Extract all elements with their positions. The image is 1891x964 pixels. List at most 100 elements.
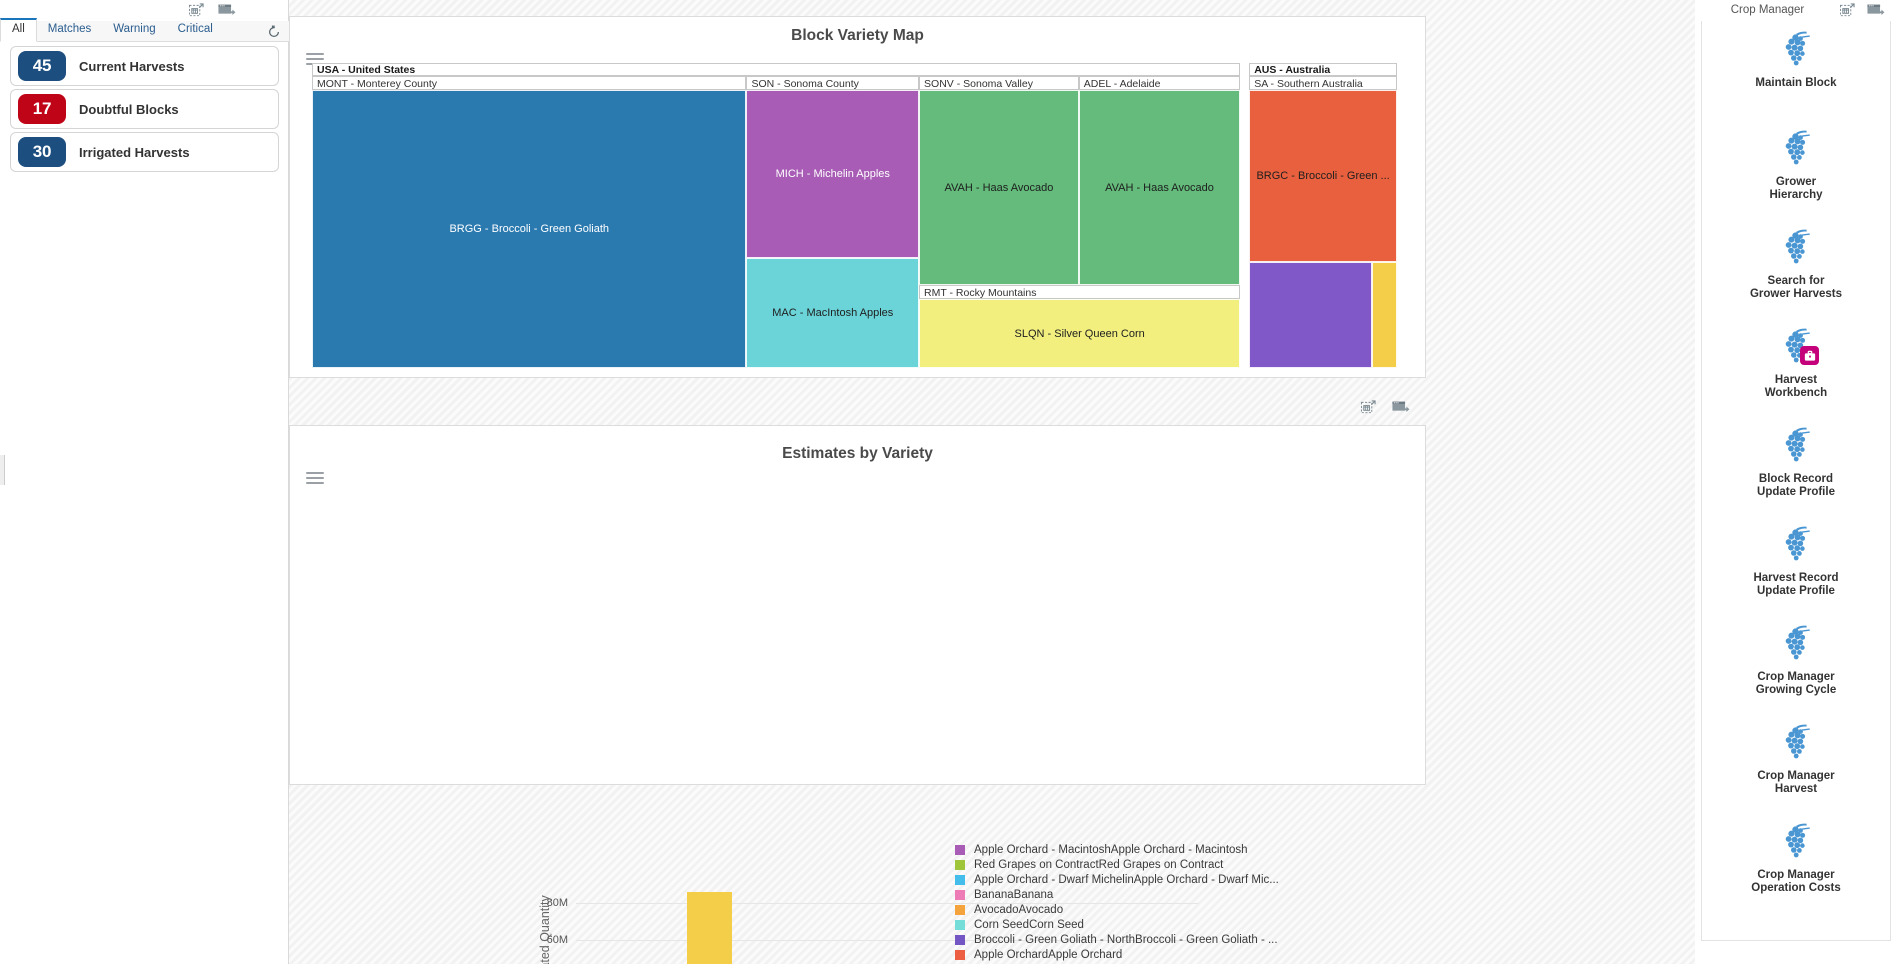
grapes-icon: [1785, 130, 1810, 165]
grapes-icon: [1785, 625, 1810, 660]
grapes-icon: [1785, 229, 1810, 264]
right-panel-header: Crop Manager: [1695, 0, 1891, 20]
treemap-cell[interactable]: BRGG - Broccoli - Green Goliath: [312, 90, 747, 368]
treemap-cell[interactable]: SLQN - Silver Queen Corn: [919, 299, 1241, 368]
launchpad-tile-harvest-workbench[interactable]: Harvest Workbench: [1702, 318, 1890, 417]
treemap-cell[interactable]: MICH - Michelin Apples: [746, 90, 920, 258]
left-panel-toolbar: [116, 0, 236, 21]
launchpad-tile-crop-manager-operation-costs[interactable]: Crop Manager Operation Costs: [1702, 813, 1890, 912]
treemap-cell[interactable]: MAC - MacIntosh Apples: [746, 258, 920, 368]
refresh-icon[interactable]: [267, 25, 281, 39]
legend-item[interactable]: AvocadoAvocado: [955, 902, 1279, 917]
legend-label: BananaBanana: [974, 888, 1054, 901]
kpi-card-current-harvests[interactable]: 45 Current Harvests: [10, 46, 279, 86]
kpi-label: Irrigated Harvests: [79, 144, 190, 160]
grapes-icon: [1776, 327, 1819, 367]
tile-label: Crop Manager Operation Costs: [1751, 869, 1841, 894]
dashboard-root: All Matches Warning Critical 45 Current …: [0, 0, 1891, 964]
tile-label: Crop Manager Growing Cycle: [1755, 671, 1837, 696]
tab-warning[interactable]: Warning: [102, 21, 166, 41]
expand-card-icon[interactable]: [189, 3, 204, 18]
expand-card-icon[interactable]: [1361, 399, 1376, 415]
legend-item[interactable]: Apple OrchardApple Orchard: [955, 947, 1279, 962]
tile-label: Harvest Workbench: [1764, 374, 1828, 399]
treemap-cell[interactable]: [1372, 262, 1397, 368]
launchpad-tile-block-record-update-profile[interactable]: Block Record Update Profile: [1702, 417, 1890, 516]
kpi-label: Current Harvests: [79, 58, 185, 74]
kpi-card-irrigated-harvests[interactable]: 30 Irrigated Harvests: [10, 132, 279, 172]
treemap-region-header: SA - Southern Australia: [1249, 76, 1397, 90]
grapes-icon: [1776, 525, 1816, 565]
y-axis-title: Current Estimated Quantity: [538, 895, 552, 964]
tab-all[interactable]: All: [0, 18, 37, 42]
panel-resize-handle[interactable]: [0, 455, 5, 485]
legend-swatch: [955, 919, 965, 930]
launchpad-tile-harvest-record-update-profile[interactable]: Harvest Record Update Profile: [1702, 516, 1890, 615]
launchpad-tile-search-for-grower-harvests[interactable]: Search for Grower Harvests: [1702, 219, 1890, 318]
treemap-cell[interactable]: BRGC - Broccoli - Green ...: [1249, 90, 1397, 262]
estimates-by-variety-card: Estimates by Variety 020M40M60M80MAVAH -…: [289, 425, 1426, 964]
legend-label: Apple Orchard - Dwarf MichelinApple Orch…: [974, 873, 1279, 886]
launchpad-tile-list: Maintain Block Grower Hierarchy Search f…: [1701, 21, 1891, 941]
kpi-label: Doubtful Blocks: [79, 101, 179, 117]
grapes-icon: [1785, 31, 1810, 66]
kpi-count-badge: 45: [18, 51, 66, 81]
launchpad-tile-crop-manager-growing-cycle[interactable]: Crop Manager Growing Cycle: [1702, 615, 1890, 714]
legend-label: Red Grapes on ContractRed Grapes on Cont…: [974, 858, 1224, 871]
legend-item[interactable]: Broccoli - Green Goliath - NorthBroccoli…: [955, 932, 1279, 947]
launchpad-tile-crop-manager-harvest[interactable]: Crop Manager Harvest: [1702, 714, 1890, 813]
briefcase-badge-icon: [1800, 346, 1819, 365]
treemap-region-header: SONV - Sonoma Valley: [919, 76, 1079, 90]
grapes-icon: [1776, 129, 1816, 169]
treemap-region-header: SON - Sonoma County: [746, 76, 920, 90]
expand-panel-icon[interactable]: [1840, 2, 1855, 18]
treemap-region-header: ADEL - Adelaide: [1078, 76, 1241, 90]
treemap-country-header-aus: AUS - Australia: [1249, 63, 1397, 76]
kpi-card-doubtful-blocks[interactable]: 17 Doubtful Blocks: [10, 89, 279, 129]
treemap-cell[interactable]: AVAH - Haas Avocado: [1078, 90, 1241, 285]
grapes-icon: [1785, 526, 1810, 561]
legend-label: Apple OrchardApple Orchard: [974, 948, 1123, 961]
legend-item[interactable]: Apple Orchard - MacintoshApple Orchard -…: [955, 842, 1279, 857]
legend-label: Corn SeedCorn Seed: [974, 918, 1084, 931]
kpi-count-badge: 30: [18, 137, 66, 167]
tab-critical[interactable]: Critical: [167, 21, 224, 41]
right-panel-title: Crop Manager: [1730, 4, 1805, 16]
grapes-icon: [1776, 426, 1816, 466]
tile-label: Search for Grower Harvests: [1749, 275, 1843, 300]
legend-item[interactable]: Apple Orchard - Dwarf MichelinApple Orch…: [955, 872, 1279, 887]
tab-matches[interactable]: Matches: [37, 21, 102, 41]
legend-swatch: [955, 874, 965, 885]
launchpad-tile-maintain-block[interactable]: Maintain Block: [1702, 21, 1890, 120]
bar-1[interactable]: [686, 891, 733, 964]
chart-legend: Apple Orchard - MacintoshApple Orchard -…: [955, 842, 1279, 964]
filter-tabbar: All Matches Warning Critical: [0, 18, 289, 42]
legend-item[interactable]: Corn SeedCorn Seed: [955, 917, 1279, 932]
legend-label: Apple Orchard - MacintoshApple Orchard -…: [974, 843, 1248, 856]
treemap-cell[interactable]: AVAH - Haas Avocado: [919, 90, 1079, 285]
legend-label: AvocadoAvocado: [974, 903, 1064, 916]
add-card-icon[interactable]: [218, 3, 236, 18]
right-side-panel: Crop Manager Maintain Block Grower Hiera…: [1695, 0, 1891, 964]
legend-item[interactable]: BananaBanana: [955, 887, 1279, 902]
add-panel-icon[interactable]: [1867, 3, 1885, 18]
legend-swatch: [955, 859, 965, 870]
legend-swatch: [955, 889, 965, 900]
kpi-list: 45 Current Harvests 17 Doubtful Blocks 3…: [0, 46, 289, 175]
block-variety-map-card: Block Variety Map USA - United States MON…: [289, 16, 1426, 378]
grapes-icon: [1785, 823, 1810, 858]
legend-item[interactable]: Red Grapes on ContractRed Grapes on Cont…: [955, 857, 1279, 872]
treemap-cell[interactable]: [1249, 262, 1373, 368]
grapes-icon: [1776, 30, 1816, 70]
treemap-region-header: MONT - Monterey County: [312, 76, 747, 90]
add-card-icon[interactable]: [1392, 400, 1410, 415]
legend-label: Broccoli - Green Goliath - NorthBroccoli…: [974, 933, 1278, 946]
tile-label: Harvest Record Update Profile: [1753, 572, 1839, 597]
launchpad-tile-grower-hierarchy[interactable]: Grower Hierarchy: [1702, 120, 1890, 219]
right-panel-header-icons: [1840, 2, 1891, 18]
legend-swatch: [955, 934, 965, 945]
legend-swatch: [955, 844, 965, 855]
treemap-region-header: RMT - Rocky Mountains: [919, 285, 1241, 299]
hamburger-menu-icon[interactable]: [306, 472, 324, 487]
grapes-icon: [1785, 724, 1810, 759]
